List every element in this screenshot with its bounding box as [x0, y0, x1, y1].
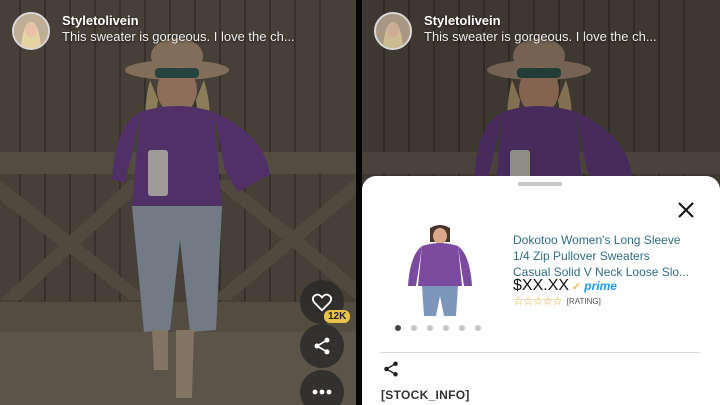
- avatar[interactable]: [374, 12, 412, 50]
- carousel-dots: [395, 325, 481, 331]
- close-icon: [678, 202, 694, 218]
- stock-info: [STOCK_INFO]: [381, 388, 470, 402]
- carousel-dot[interactable]: [411, 325, 417, 331]
- share-icon: [384, 361, 398, 377]
- share-button[interactable]: [300, 324, 344, 368]
- rating-label: [RATING]: [566, 296, 601, 306]
- carousel-dot[interactable]: [459, 325, 465, 331]
- caption[interactable]: This sweater is gorgeous. I love the ch.…: [424, 29, 657, 44]
- carousel-dot[interactable]: [475, 325, 481, 331]
- carousel-dot[interactable]: [443, 325, 449, 331]
- share-icon: [314, 337, 330, 355]
- rating-stars: ☆☆☆☆☆: [513, 294, 563, 308]
- like-count-badge: 12K: [324, 310, 351, 323]
- left-post-view: Styletolivein This sweater is gorgeous. …: [0, 0, 356, 405]
- more-dots-icon: [312, 389, 332, 395]
- rating-row: ☆☆☆☆☆ [RATING]: [513, 294, 601, 308]
- right-post-view: Styletolivein This sweater is gorgeous. …: [362, 0, 720, 405]
- username[interactable]: Styletolivein: [62, 13, 139, 28]
- product-price: $XX.XX: [513, 277, 570, 294]
- caption[interactable]: This sweater is gorgeous. I love the ch.…: [62, 29, 295, 44]
- share-button[interactable]: [382, 360, 402, 380]
- carousel-dot[interactable]: [395, 325, 401, 331]
- product-title-line: Dokotoo Women's Long Sleeve: [513, 233, 681, 247]
- username[interactable]: Styletolivein: [424, 13, 501, 28]
- post-header: Styletolivein This sweater is gorgeous. …: [12, 12, 346, 50]
- price-row: $XX.XX ✓ prime: [513, 277, 617, 295]
- prime-badge: prime: [584, 279, 617, 293]
- close-button[interactable]: [672, 196, 700, 224]
- product-image[interactable]: [400, 220, 480, 318]
- sheet-grab-handle[interactable]: [518, 182, 562, 186]
- post-header: Styletolivein This sweater is gorgeous. …: [374, 12, 710, 50]
- product-bottom-sheet: Dokotoo Women's Long Sleeve 1/4 Zip Pull…: [362, 176, 720, 405]
- check-icon: ✓: [572, 281, 582, 293]
- product-title-link[interactable]: Dokotoo Women's Long Sleeve 1/4 Zip Pull…: [513, 232, 708, 280]
- sheet-divider: [380, 352, 700, 353]
- avatar[interactable]: [12, 12, 50, 50]
- carousel-dot[interactable]: [427, 325, 433, 331]
- product-title-line: 1/4 Zip Pullover Sweaters: [513, 249, 650, 263]
